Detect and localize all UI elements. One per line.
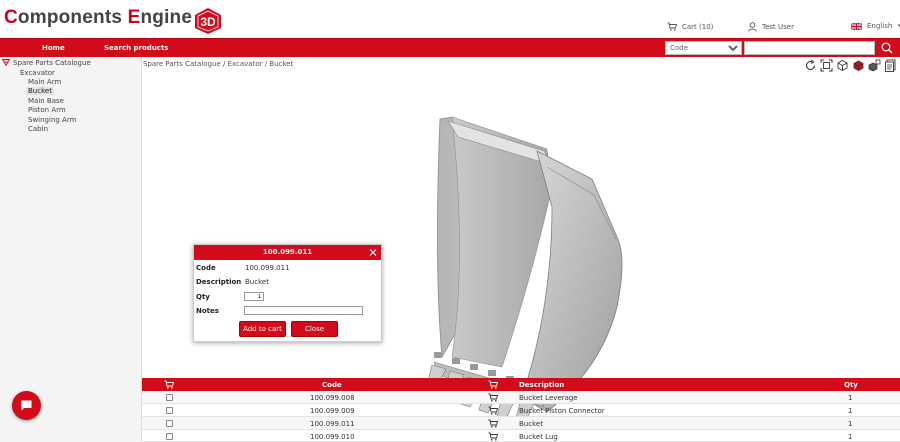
cart-icon [164,380,174,389]
logo-word-omponents: omponents [17,7,128,28]
add-to-cart-icon[interactable] [488,393,498,402]
cart-link[interactable]: Cart (10) [667,22,713,31]
logo-letter-c: C [4,7,18,28]
search-icon[interactable] [879,41,895,55]
fit-view-icon[interactable] [820,59,833,72]
row-qty: 1 [848,420,853,428]
add-to-cart-dialog: 100.099.011 Code 100.099.011 Description… [193,244,382,342]
chat-button[interactable] [12,391,41,420]
row-qty: 1 [848,433,853,441]
view-cube-icon[interactable] [836,59,849,72]
qty-label: Qty [196,293,210,301]
tree-item-spare-parts-catalogue[interactable]: Spare Parts Catalogue [13,59,91,67]
table-row[interactable]: 100.099.011 Bucket 1 [142,417,900,430]
add-to-cart-button[interactable]: Add to cart [239,321,286,337]
cart-icon [488,380,498,389]
language-selector[interactable]: English [851,22,900,30]
breadcrumb: Spare Parts Catalogue / Excavator / Buck… [143,60,294,68]
logo-letter-e: E [127,7,141,28]
uk-flag-icon [851,22,862,30]
column-header-code[interactable]: Code [322,381,342,389]
row-code: 100.099.010 [310,433,355,441]
row-qty: 1 [848,407,853,415]
row-code: 100.099.011 [310,420,355,428]
row-description: Bucket Leverage [519,394,578,402]
row-checkbox[interactable] [166,433,173,440]
chat-icon [21,400,32,411]
row-code: 100.099.008 [310,394,355,402]
main-nav: Home Search products Code [0,38,900,57]
add-to-cart-icon[interactable] [488,419,498,428]
cart-icon [667,22,677,31]
cart-label: Cart (10) [682,22,714,31]
tree-item-main-arm[interactable]: Main Arm [28,78,61,86]
close-icon[interactable] [368,245,378,260]
row-checkbox[interactable] [166,394,173,401]
row-checkbox[interactable] [166,420,173,427]
parts-table: Code Description Qty 100.099.008 Bucket … [142,378,900,442]
notes-label: Notes [196,307,219,315]
row-checkbox[interactable] [166,407,173,414]
table-row[interactable]: 100.099.010 Bucket Lug 1 [142,430,900,442]
explode-icon[interactable] [852,59,865,72]
tree-item-bucket[interactable]: Bucket [26,87,54,95]
nav-home[interactable]: Home [42,44,65,52]
qty-input[interactable] [244,292,264,301]
code-value: 100.099.011 [245,264,290,272]
dialog-title: 100.099.011 [262,248,313,256]
logo-text[interactable]: Components Engine [4,7,192,29]
viewer-toolbar [804,59,897,72]
row-description: Bucket Piston Connector [519,407,605,415]
table-header: Code Description Qty [142,378,900,391]
row-description: Bucket Lug [519,433,558,441]
logo-badge-text: 3D [200,15,216,29]
add-to-cart-icon[interactable] [488,432,498,441]
row-description: Bucket [519,420,543,428]
search-field-select[interactable]: Code [665,41,742,55]
tree-item-piston-arm[interactable]: Piston Arm [28,106,66,114]
catalogue-tree: Spare Parts Catalogue Excavator Main Arm… [0,57,142,442]
rotate-icon[interactable] [804,59,817,72]
row-code: 100.099.009 [310,407,355,415]
nav-search-products[interactable]: Search products [104,44,168,52]
tree-item-cabin[interactable]: Cabin [28,125,48,133]
logo-3d-icon[interactable]: 3D [193,7,223,35]
user-label: Test User [762,23,794,31]
top-bar: Components Engine 3D Cart (10) Test User… [0,0,900,38]
tree-item-swinging-arm[interactable]: Swinging Arm [28,116,76,124]
language-label: English [867,22,893,30]
tree-item-excavator[interactable]: Excavator [20,69,55,77]
column-header-qty[interactable]: Qty [844,381,858,389]
notes-input[interactable] [244,306,363,315]
export-icon[interactable] [884,59,897,72]
table-row[interactable]: 100.099.009 Bucket Piston Connector 1 [142,404,900,417]
user-menu[interactable]: Test User [748,22,794,32]
dialog-header: 100.099.011 [194,245,381,260]
column-header-description[interactable]: Description [519,381,564,389]
user-icon [748,22,757,32]
code-label: Code [196,264,216,272]
close-button[interactable]: Close [291,321,338,337]
add-to-cart-icon[interactable] [488,406,498,415]
logo-word-ngine: ngine [140,7,193,28]
description-value: Bucket [245,278,269,286]
tree-item-main-base[interactable]: Main Base [28,97,64,105]
row-qty: 1 [848,394,853,402]
material-icon[interactable] [868,59,881,72]
catalogue-tree-icon [2,59,10,66]
search-input[interactable] [744,41,875,55]
table-row[interactable]: 100.099.008 Bucket Leverage 1 [142,391,900,404]
description-label: Description [196,278,242,286]
